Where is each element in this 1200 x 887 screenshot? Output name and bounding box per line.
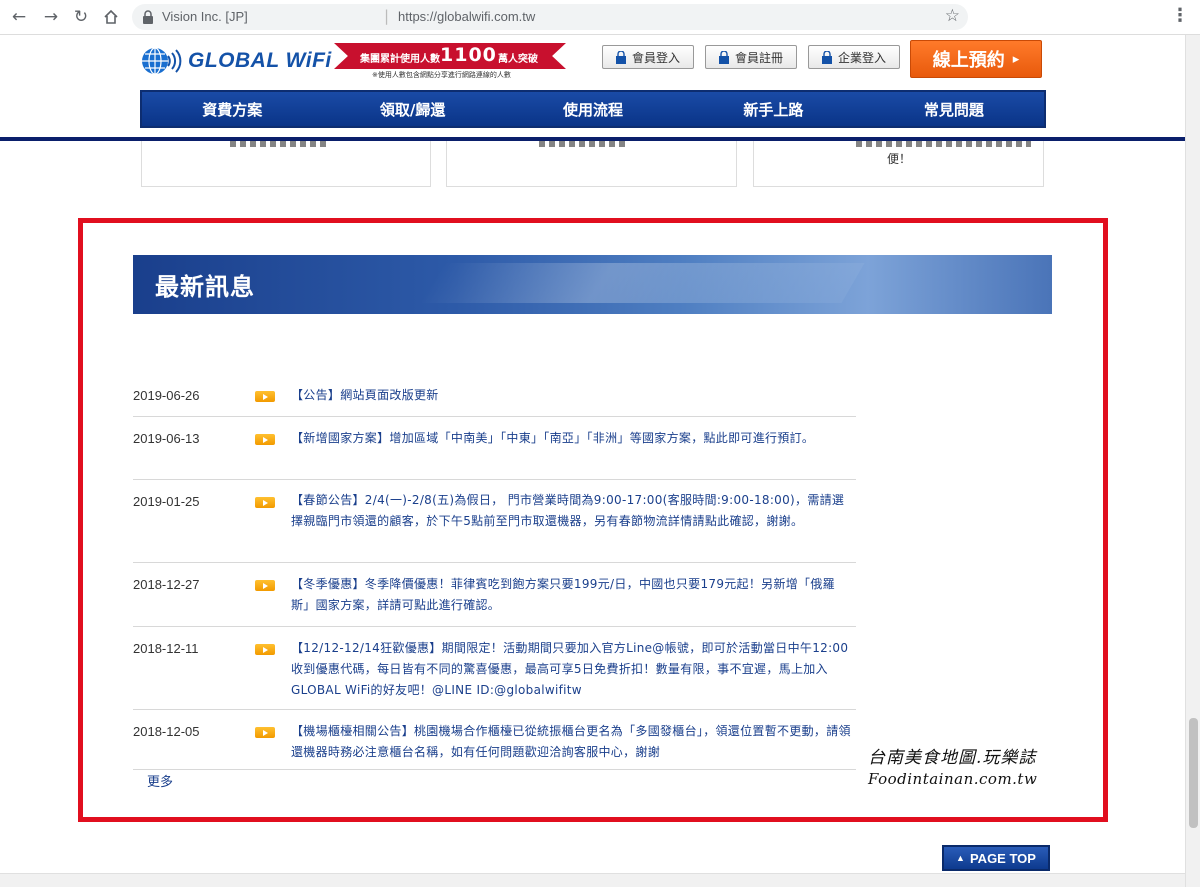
nav-item-pickup-return[interactable]: 領取/歸還 bbox=[322, 92, 502, 126]
watermark: 台南美食地圖.玩樂誌 Foodintainan.com.tw bbox=[868, 743, 1068, 788]
news-list: 2019-06-26 【公告】網站頁面改版更新 2019-06-13 【新增國家… bbox=[133, 374, 856, 770]
news-title[interactable]: 【春節公告】2/4(一)-2/8(五)為假日， 門市營業時間為9:00-17:0… bbox=[291, 490, 852, 532]
news-item[interactable]: 2019-06-26 【公告】網站頁面改版更新 bbox=[133, 374, 856, 417]
more-news-link[interactable]: 更多 bbox=[147, 771, 173, 790]
browser-menu-icon[interactable]: ⋮ bbox=[1170, 6, 1190, 28]
site-identity: Vision Inc. [JP] bbox=[162, 9, 248, 24]
member-login-button[interactable]: 會員登入 bbox=[602, 45, 694, 69]
globe-wifi-icon bbox=[142, 47, 182, 75]
arrow-icon bbox=[255, 644, 275, 655]
news-item[interactable]: 2018-12-11 【12/12-12/14狂歡優惠】期間限定！活動期間只要加… bbox=[133, 627, 856, 710]
lock-icon bbox=[143, 10, 153, 24]
global-wifi-logo[interactable]: GLOBAL WiFi bbox=[140, 44, 332, 78]
watermark-line2: Foodintainan.com.tw bbox=[868, 770, 1038, 788]
lock-icon bbox=[821, 50, 832, 64]
news-date: 2018-12-11 bbox=[133, 641, 199, 656]
feature-card[interactable] bbox=[446, 141, 737, 187]
news-title[interactable]: 【冬季優惠】冬季降價優惠！菲律賓吃到飽方案只要199元/日，中國也只要179元起… bbox=[291, 574, 852, 616]
lock-icon bbox=[718, 50, 729, 64]
url-text[interactable]: https://globalwifi.com.tw bbox=[398, 9, 535, 24]
arrow-icon bbox=[255, 391, 275, 402]
card-text-fragment: 便！ bbox=[887, 152, 912, 166]
page-top-button[interactable]: ▲ PAGE TOP bbox=[942, 845, 1050, 871]
address-bar[interactable]: Vision Inc. [JP] | https://globalwifi.co… bbox=[132, 4, 968, 30]
arrow-icon bbox=[255, 727, 275, 738]
book-online-button[interactable]: 線上預約 ▸ bbox=[910, 40, 1042, 78]
news-title[interactable]: 【新增國家方案】增加區域「中南美」「中東」「南亞」「非洲」等國家方案，點此即可進… bbox=[291, 428, 852, 449]
user-count-ribbon: 集團累計使用人數 1100 萬人突破 ※使用人數包含網點分享進行網路連線的人數 bbox=[334, 41, 566, 81]
watermark-line1: 台南美食地圖.玩樂誌 bbox=[868, 748, 1037, 768]
news-title[interactable]: 【機場櫃檯相關公告】桃園機場合作櫃檯已從統振櫃台更名為「多國發櫃台」，領還位置暫… bbox=[291, 721, 852, 763]
nav-item-beginners[interactable]: 新手上路 bbox=[683, 92, 863, 126]
news-item[interactable]: 2019-01-25 【春節公告】2/4(一)-2/8(五)為假日， 門市營業時… bbox=[133, 480, 856, 563]
nav-item-plans[interactable]: 資費方案 bbox=[142, 92, 322, 126]
back-icon[interactable]: ← bbox=[8, 6, 30, 28]
news-banner: 最新訊息 bbox=[133, 255, 1052, 314]
book-online-label: 線上預約 bbox=[932, 50, 1005, 71]
news-date: 2018-12-05 bbox=[133, 724, 200, 739]
news-item[interactable]: 2019-06-13 【新增國家方案】增加區域「中南美」「中東」「南亞」「非洲」… bbox=[133, 417, 856, 480]
ribbon-unit: 萬人突破 bbox=[498, 54, 538, 65]
news-date: 2018-12-27 bbox=[133, 577, 200, 592]
nav-item-usage-flow[interactable]: 使用流程 bbox=[503, 92, 683, 126]
ribbon-number: 1100 bbox=[440, 44, 497, 66]
logo-text: GLOBAL WiFi bbox=[188, 49, 332, 72]
up-arrow-icon: ▲ bbox=[956, 853, 965, 863]
corporate-login-label: 企業登入 bbox=[837, 50, 886, 65]
feature-card[interactable] bbox=[141, 141, 431, 187]
reload-icon[interactable]: ↻ bbox=[70, 6, 92, 28]
home-icon[interactable] bbox=[100, 6, 122, 28]
arrow-icon bbox=[255, 580, 275, 591]
nav-item-faq[interactable]: 常見問題 bbox=[864, 92, 1044, 126]
book-arrow-icon: ▸ bbox=[1012, 51, 1020, 67]
arrow-icon bbox=[255, 434, 275, 445]
main-navigation: 資費方案 領取/歸還 使用流程 新手上路 常見問題 bbox=[140, 90, 1046, 128]
forward-icon[interactable]: → bbox=[40, 6, 62, 28]
vertical-scrollbar[interactable] bbox=[1185, 35, 1200, 887]
news-item[interactable]: 2018-12-05 【機場櫃檯相關公告】桃園機場合作櫃檯已從統振櫃台更名為「多… bbox=[133, 710, 856, 770]
horizontal-scrollbar[interactable] bbox=[0, 873, 1185, 887]
browser-toolbar: ← → ↻ Vision Inc. [JP] | https://globalw… bbox=[0, 0, 1200, 35]
news-title[interactable]: 【12/12-12/14狂歡優惠】期間限定！活動期間只要加入官方Line@帳號，… bbox=[291, 638, 852, 701]
lock-icon bbox=[615, 50, 626, 64]
scrollbar-thumb[interactable] bbox=[1189, 718, 1198, 828]
member-register-label: 會員註冊 bbox=[734, 50, 783, 65]
ribbon-note: ※使用人數包含網點分享進行網路連線的人數 bbox=[372, 71, 511, 79]
corporate-login-button[interactable]: 企業登入 bbox=[808, 45, 900, 69]
member-register-button[interactable]: 會員註冊 bbox=[705, 45, 797, 69]
news-date: 2019-06-26 bbox=[133, 388, 200, 403]
page-top-label: PAGE TOP bbox=[969, 850, 1036, 866]
news-date: 2019-06-13 bbox=[133, 431, 200, 446]
member-login-label: 會員登入 bbox=[631, 50, 680, 65]
news-title[interactable]: 【公告】網站頁面改版更新 bbox=[291, 385, 852, 406]
arrow-icon bbox=[255, 497, 275, 508]
news-banner-title: 最新訊息 bbox=[155, 273, 255, 301]
news-date: 2019-01-25 bbox=[133, 494, 200, 509]
url-separator: | bbox=[384, 7, 390, 25]
bookmark-star-icon[interactable]: ☆ bbox=[945, 6, 960, 26]
ribbon-text: 集團累計使用人數 bbox=[360, 54, 440, 65]
news-item[interactable]: 2018-12-27 【冬季優惠】冬季降價優惠！菲律賓吃到飽方案只要199元/日… bbox=[133, 563, 856, 627]
